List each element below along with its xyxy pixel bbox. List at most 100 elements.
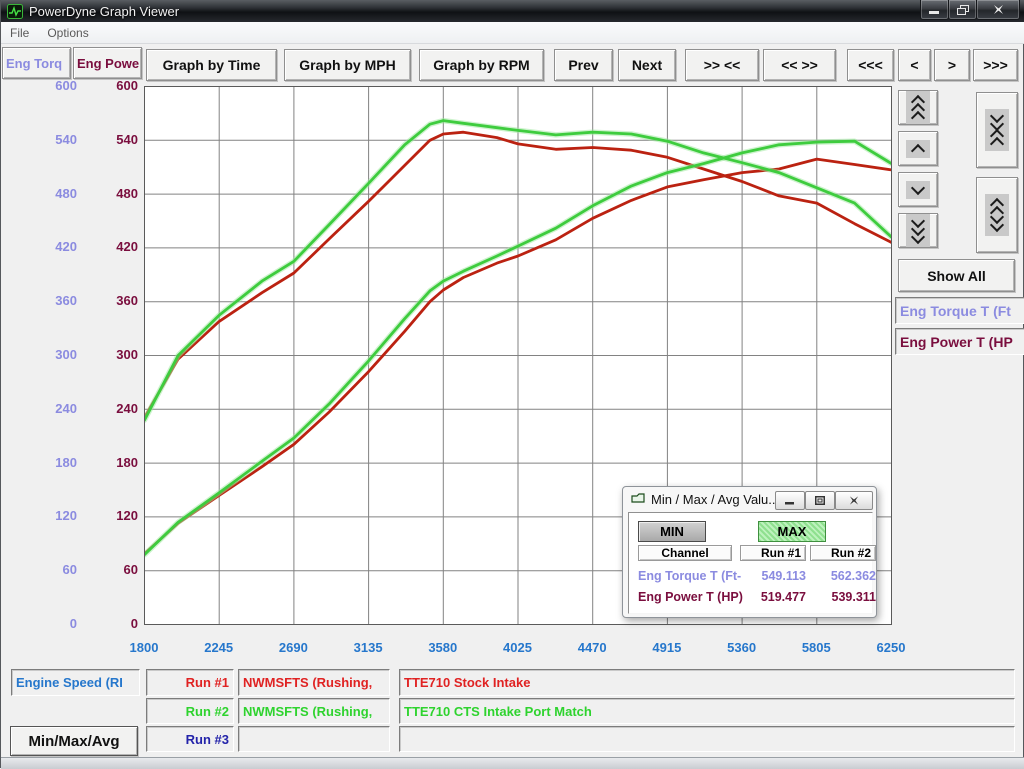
power-y-tick-label: 60 [81,562,138,578]
run2-source: NWMSFTS (Rushing, [238,698,390,724]
x-tick-label: 4915 [630,640,704,656]
run2-label: Run #2 [146,698,234,724]
zoom-out-x-button[interactable]: << >> [763,49,836,81]
torque-y-tick-label: 240 [1,401,77,417]
power-y-tick-label: 240 [81,401,138,417]
torque-y-tick-label: 60 [1,562,77,578]
x-tick-label: 5360 [705,640,779,656]
scroll-down-fast-icon [906,214,930,248]
power-y-tick-label: 120 [81,508,138,524]
axis-header-torque-button[interactable]: Eng Torq [2,47,71,79]
run2-column-header[interactable]: Run #2 [810,545,876,561]
torque-y-tick-label: 120 [1,508,77,524]
minmax-run2-value: 539.311 [810,590,876,604]
close-button[interactable] [976,0,1020,20]
graph-by-rpm-button[interactable]: Graph by RPM [419,49,544,81]
minmaxavg-button[interactable]: Min/Max/Avg [10,726,138,756]
minmax-minimize-button[interactable] [775,491,805,510]
app-icon [7,4,23,19]
minmax-content: MIN MAX Channel Run #1 Run #2 Eng Torque… [628,512,873,614]
torque-y-tick-label: 420 [1,239,77,255]
run1-label: Run #1 [146,669,234,696]
next-button[interactable]: Next [618,49,676,81]
scroll-right-fast-button[interactable]: >>> [973,49,1018,81]
scroll-down-button[interactable] [898,172,938,207]
title-bar[interactable]: PowerDyne Graph Viewer [1,0,1024,22]
minmax-restore-button[interactable] [805,491,835,510]
power-y-tick-label: 360 [81,293,138,309]
y-zoom-out-button[interactable] [976,177,1018,253]
torque-y-tick-label: 600 [1,78,77,94]
menu-item-options[interactable]: Options [38,24,97,42]
minmax-run2-value: 562.362 [810,569,876,583]
power-y-tick-label: 600 [81,78,138,94]
legend-power-label[interactable]: Eng Power T (HP [895,328,1024,355]
run1-source: NWMSFTS (Rushing, [238,669,390,696]
y-zoom-out-icon [985,194,1009,236]
scroll-left-fast-button[interactable]: <<< [847,49,894,81]
torque-y-tick-label: 0 [1,616,77,632]
torque-y-tick-label: 300 [1,347,77,363]
scroll-left-button[interactable]: < [898,49,931,81]
scroll-right-button[interactable]: > [934,49,970,81]
minmax-window: Min / Max / Avg Valu... MIN MAX Channel … [622,486,877,618]
run2-description: TTE710 CTS Intake Port Match [399,698,1015,724]
minmax-run1-value: 519.477 [740,590,806,604]
scroll-up-fast-button[interactable] [898,90,938,125]
window-title: PowerDyne Graph Viewer [29,4,179,19]
graph-by-time-button[interactable]: Graph by Time [146,49,277,81]
run3-source [238,726,390,752]
minmax-title: Min / Max / Avg Valu... [651,492,779,507]
run3-description [399,726,1015,752]
minmax-run1-value: 549.113 [740,569,806,583]
run3-label: Run #3 [146,726,234,752]
prev-button[interactable]: Prev [554,49,613,81]
scroll-up-icon [906,140,930,158]
menu-item-file[interactable]: File [1,24,38,42]
menu-bar: File Options [1,22,1024,44]
x-tick-label: 6250 [854,640,928,656]
power-y-tick-label: 0 [81,616,138,632]
window-bottom-frame [1,757,1024,769]
power-y-tick-label: 300 [81,347,138,363]
engine-speed-label: Engine Speed (RI [11,669,140,696]
torque-y-tick-label: 180 [1,455,77,471]
x-tick-label: 1800 [107,640,181,656]
x-tick-label: 5805 [779,640,853,656]
maximize-button[interactable] [948,0,977,20]
torque-y-tick-label: 480 [1,186,77,202]
graph-by-mph-button[interactable]: Graph by MPH [284,49,411,81]
axis-header-power-button[interactable]: Eng Powe [73,47,142,79]
app-window: { "window": { "title": "PowerDyne Graph … [0,0,1024,768]
minmax-close-button[interactable] [835,491,873,510]
scroll-down-fast-button[interactable] [898,213,938,248]
x-tick-label: 4025 [481,640,555,656]
y-zoom-in-button[interactable] [976,92,1018,168]
power-y-tick-label: 480 [81,186,138,202]
x-tick-label: 4470 [555,640,629,656]
zoom-in-x-button[interactable]: >> << [685,49,759,81]
torque-y-tick-label: 540 [1,132,77,148]
min-button[interactable]: MIN [638,521,706,542]
show-all-button[interactable]: Show All [898,259,1015,292]
minmax-channel-name: Eng Torque T (Ft- [638,569,741,583]
power-y-tick-label: 540 [81,132,138,148]
scroll-down-icon [906,181,930,199]
run1-column-header[interactable]: Run #1 [740,545,806,561]
run1-description: TTE710 Stock Intake [399,669,1015,696]
scroll-up-fast-icon [906,91,930,125]
channel-column-header[interactable]: Channel [638,545,732,561]
minmax-channel-name: Eng Power T (HP) [638,590,743,604]
minmax-window-icon [631,493,645,505]
y-zoom-in-icon [985,109,1009,151]
x-tick-label: 3135 [331,640,405,656]
max-button[interactable]: MAX [758,521,826,542]
power-y-tick-label: 420 [81,239,138,255]
x-tick-label: 2245 [182,640,256,656]
scroll-up-button[interactable] [898,131,938,166]
torque-y-tick-label: 360 [1,293,77,309]
minimize-button[interactable] [920,0,949,20]
power-y-tick-label: 180 [81,455,138,471]
legend-torque-label[interactable]: Eng Torque T (Ft [895,297,1024,324]
x-tick-label: 3580 [406,640,480,656]
